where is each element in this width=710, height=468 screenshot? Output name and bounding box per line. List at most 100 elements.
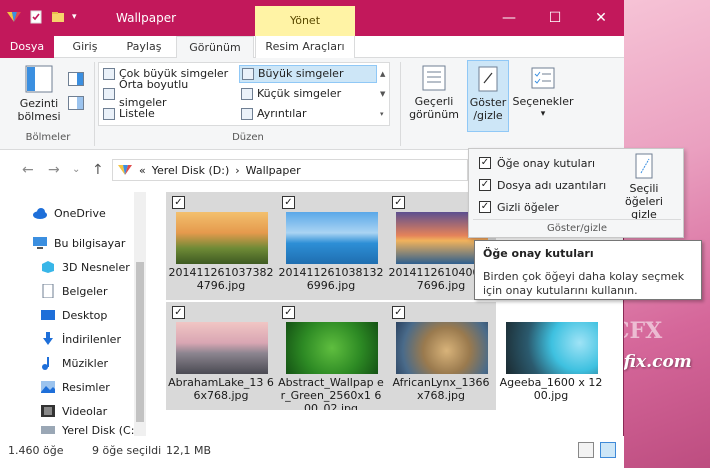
file-extensions-option[interactable]: ✓ Dosya adı uzantıları [479,177,606,193]
tab-share[interactable]: Paylaş [114,36,174,58]
group-separator [94,62,95,146]
show-hide-button[interactable]: Göster /gizle [467,60,509,132]
file-name: AfricanLynx_1366 x768.jpg [392,376,490,402]
sidebar-item-documents[interactable]: Belgeler [40,280,107,302]
hide-selected-button[interactable]: Seçili öğeleri gizle [609,153,679,221]
address-bar[interactable]: « Yerel Disk (D:) › Wallpaper [112,159,468,181]
selected-count: 9 öğe seçildi [92,444,162,457]
up-arrow-icon[interactable]: ↑ [92,162,104,178]
ribbon-view: Gezinti bölmesi Bölmeler Çok büyük simge… [0,58,624,150]
sidebar-item-desktop[interactable]: Desktop [40,304,107,326]
sidebar-item-label: Resimler [62,380,110,394]
context-tab-manage[interactable]: Yönet [255,6,355,36]
layout-large-icons[interactable]: Büyük simgeler [239,65,377,83]
dropdown-separator [473,219,681,220]
details-icon [241,108,253,120]
options-button[interactable]: Seçenekler ▾ [512,64,574,121]
show-hide-icon [478,66,498,92]
details-pane-icon[interactable] [68,96,84,110]
ribbon-tabs: Dosya Giriş Paylaş Görünüm Resim Araçlar… [0,36,624,90]
dropdown-group-label: Göster/gizle [547,223,607,234]
item-checkbox[interactable]: ✓ [392,306,405,319]
option-label: Gizli öğeler [497,200,559,214]
tab-home[interactable]: Giriş [60,36,110,58]
breadcrumb-separator[interactable]: › [235,164,239,177]
close-button[interactable]: ✕ [578,0,624,36]
layout-medium-icons[interactable]: Orta boyutlu simgeler [101,78,239,109]
file-name: Abstract_Wallpap er_Green_2560x1 600_02.… [278,376,384,410]
layout-small-icons[interactable]: Küçük simgeler [239,85,377,103]
details-view-icon[interactable] [578,442,594,458]
properties-icon[interactable] [28,9,44,25]
sidebar-item-label: Müzikler [62,356,109,370]
sidebar-item-label: OneDrive [54,206,106,220]
show-hide-label-1: Göster [469,96,507,109]
maximize-button[interactable]: ☐ [532,0,578,36]
minimize-button[interactable]: — [486,0,532,36]
sidebar-item-music[interactable]: Müzikler [40,352,108,374]
tooltip: Öğe onay kutuları Birden çok öğeyi daha … [474,240,702,300]
sidebar-item-label: Videolar [62,404,108,418]
sidebar-item-local-disk-c[interactable]: Yerel Disk (C:) [40,424,139,436]
file-tile[interactable]: Ageeba_1600 x 1200.jpg [496,302,606,410]
file-tile[interactable]: ✓ Abstract_Wallpap er_Green_2560x1 600_0… [276,302,386,410]
sidebar-item-pictures[interactable]: Resimler [40,376,110,398]
forward-arrow-icon[interactable]: → [48,162,60,178]
thumbnail-image [286,212,378,264]
sidebar-item-3d-objects[interactable]: 3D Nesneler [40,256,130,278]
tab-file[interactable]: Dosya [0,36,54,58]
group-separator [400,62,401,146]
item-checkboxes-option[interactable]: ✓ Öğe onay kutuları [479,155,595,171]
preview-pane-icon[interactable] [68,72,84,86]
hidden-items-option[interactable]: ✓ Gizli öğeler [479,199,559,215]
tab-picture-tools[interactable]: Resim Araçları [255,36,355,58]
layout-gallery: Çok büyük simgeler Büyük simgeler Orta b… [98,62,390,126]
new-folder-icon[interactable] [50,9,66,25]
checkbox-checked[interactable]: ✓ [479,157,491,169]
address-overflow[interactable]: « [139,164,146,177]
breadcrumb-folder[interactable]: Wallpaper [246,164,301,177]
quick-access-toolbar: ▾ [6,9,77,25]
file-tile[interactable]: ✓ AfricanLynx_1366 x768.jpg [386,302,496,410]
chevron-down-icon[interactable]: ▾ [72,12,77,22]
computer-icon [33,237,47,249]
breadcrumb-drive[interactable]: Yerel Disk (D:) [152,164,230,177]
desktop-icon [41,310,55,320]
item-checkbox[interactable]: ✓ [392,196,405,209]
tab-view[interactable]: Görünüm [176,36,254,59]
small-icons-icon [241,88,253,100]
hide-selected-label-1: Seçili öğeleri [625,182,663,208]
item-checkbox[interactable]: ✓ [282,196,295,209]
sidebar-item-onedrive[interactable]: OneDrive [32,202,106,224]
extra-large-icons-icon [103,68,115,80]
large-icons-view-icon[interactable] [600,442,616,458]
sidebar-item-this-pc[interactable]: Bu bilgisayar [32,232,125,254]
item-checkbox[interactable]: ✓ [172,306,185,319]
current-view-button[interactable]: Geçerli görünüm [404,64,464,121]
hide-selected-icon [635,153,653,179]
checkbox-checked[interactable]: ✓ [479,201,491,213]
document-icon [42,284,54,298]
layout-scroll-arrows[interactable]: ▲ ▼ ▾ [380,64,390,124]
sidebar-scroll-thumb[interactable] [136,262,144,422]
file-tile[interactable]: ✓ 201411261037382 4796.jpg [166,192,276,300]
sidebar-item-downloads[interactable]: İndirilenler [40,328,121,350]
sidebar-item-label: Desktop [62,308,108,322]
item-checkbox[interactable]: ✓ [172,196,185,209]
layout-list[interactable]: Listele [101,105,239,123]
checkbox-checked[interactable]: ✓ [479,179,491,191]
sidebar-item-videos[interactable]: Videolar [40,400,107,422]
large-icons-icon [242,68,254,80]
navigation-pane-button[interactable]: Gezinti bölmesi [14,64,64,123]
item-checkbox[interactable]: ✓ [282,306,295,319]
file-tile[interactable]: ✓ AbrahamLake_13 66x768.jpg [166,302,276,410]
nav-pane-label-2: bölmesi [17,110,61,123]
current-view-icon [422,65,446,91]
file-tile[interactable]: ✓ 201411261038132 6996.jpg [276,192,386,300]
back-arrow-icon[interactable]: ← [22,162,34,178]
chevron-down-icon[interactable]: ⌄ [72,164,80,175]
chevron-down-icon: ▾ [540,109,546,119]
thumbnail-image [506,322,598,374]
sidebar-item-label: Bu bilgisayar [54,236,126,250]
layout-details[interactable]: Ayrıntılar [239,105,377,123]
